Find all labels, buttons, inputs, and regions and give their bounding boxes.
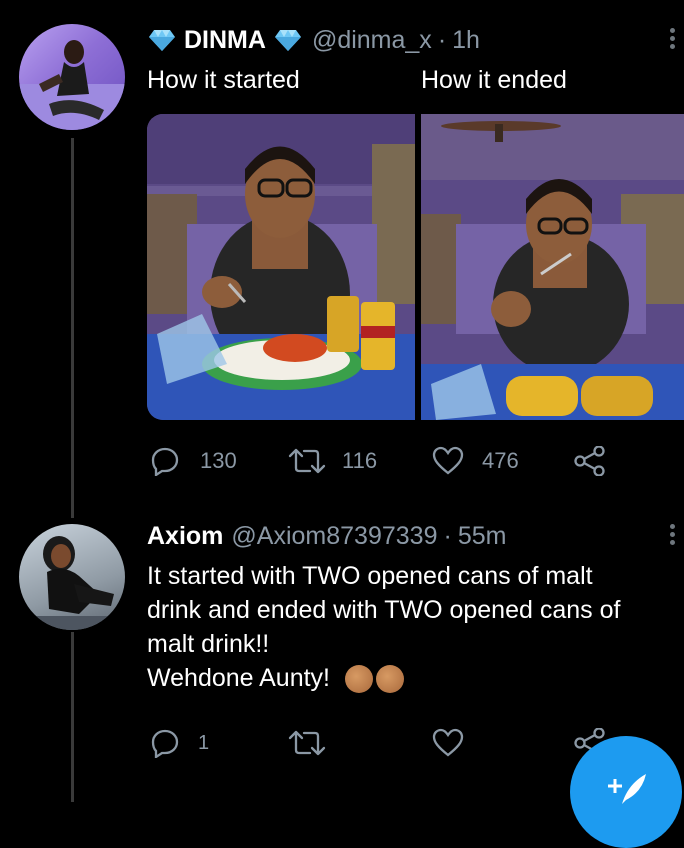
heart-icon [432,728,464,757]
tweet-body-line: malt drink!! [147,630,270,658]
retweet-icon [288,730,326,756]
timestamp[interactable]: 55m [458,522,507,551]
display-name[interactable]: DINMA [184,26,266,55]
tweet-body-line: Wehdone Aunty! [147,664,331,692]
display-name[interactable]: Axiom [147,522,223,551]
reply-icon [151,447,179,476]
separator-dot: · [437,25,447,54]
diamond-icon [274,30,301,51]
reply-icon [151,729,179,758]
thread-line-bottom [71,632,74,802]
like-count: 476 [482,448,519,473]
compose-button[interactable] [570,736,682,848]
more-options-icon[interactable] [670,524,675,548]
reply-count: 130 [200,448,237,473]
tweet-2-header: Axiom @Axiom87397339 · 55m [147,520,506,552]
handle[interactable]: @dinma_x [312,26,432,55]
photo-end-image [421,114,684,420]
avatar[interactable] [19,524,125,630]
retweet-icon [288,448,326,474]
tweet-body-line-emoji: Wehdone Aunty! [147,661,677,695]
reply-button[interactable]: 130 [150,446,237,476]
avatar-figure [19,536,125,630]
like-button[interactable]: 476 [432,446,519,476]
compose-icon [608,774,646,804]
right-caption: How it ended [421,66,567,94]
photo-how-it-started[interactable] [147,114,415,420]
avatar[interactable] [19,24,125,130]
avatar-figure [19,40,125,130]
timestamp[interactable]: 1h [452,26,480,55]
reply-button[interactable]: 1 [150,728,209,758]
share-icon [574,446,605,476]
tweet-body-line: It started with TWO opened cans of malt [147,562,593,590]
retweet-button[interactable]: 116 [288,446,377,476]
diamond-icon [149,30,175,51]
tweet-body: It started with TWO opened cans of malt … [147,559,677,695]
like-button[interactable] [432,728,464,758]
separator-dot: · [443,521,452,550]
tweet-body-line: drink and ended with TWO opened cans of [147,596,621,624]
clapping-hands-icon [344,665,373,694]
thread-line-top [71,138,74,518]
reply-count: 1 [198,731,210,754]
left-caption: How it started [147,66,300,94]
retweet-count: 116 [342,448,378,473]
photo-start-image [147,114,415,420]
share-button[interactable] [574,446,606,476]
retweet-button[interactable] [288,728,326,758]
photo-how-it-ended[interactable] [421,114,684,420]
heart-icon [432,446,464,475]
clapping-hands-icon [375,665,404,694]
tweet-1-header: DINMA @dinma_x · 1h [148,24,480,56]
handle[interactable]: @Axiom87397339 [231,522,437,551]
more-options-icon[interactable] [670,28,675,52]
